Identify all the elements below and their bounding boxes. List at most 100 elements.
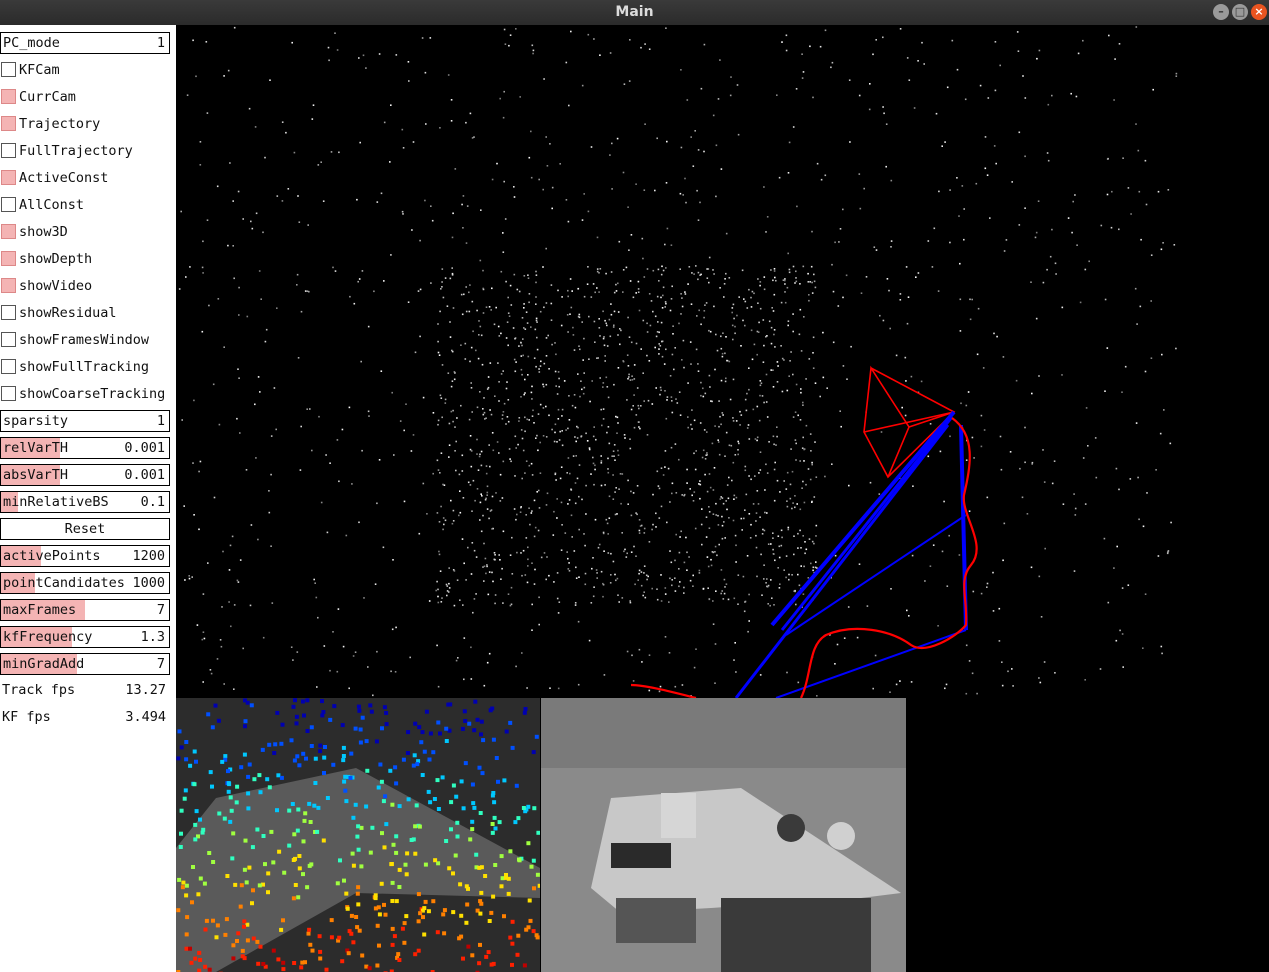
cloud-point — [486, 494, 488, 496]
maxframes-slider[interactable]: maxFrames 7 — [0, 599, 170, 621]
cloud-point — [706, 454, 708, 456]
checkbox-box[interactable] — [1, 305, 16, 320]
cloud-point — [719, 59, 721, 61]
cloud-point — [724, 586, 726, 588]
sparsity-var[interactable]: sparsity 1 — [0, 410, 170, 432]
cloud-point — [470, 465, 473, 468]
checkbox-box[interactable] — [1, 278, 16, 293]
cloud-point — [905, 380, 907, 382]
checkbox-trajectory[interactable]: Trajectory — [0, 113, 170, 135]
depth-point — [183, 788, 188, 793]
cloud-point — [472, 479, 475, 482]
checkbox-box[interactable] — [1, 116, 16, 131]
cloud-point — [773, 293, 776, 296]
cloud-point — [725, 377, 727, 380]
cloud-point — [984, 136, 987, 138]
kffrequency-slider[interactable]: kfFrequency 1.3 — [0, 626, 170, 648]
cloud-point — [1145, 203, 1148, 206]
depth-point — [230, 856, 235, 861]
checkbox-curr-cam[interactable]: CurrCam — [0, 86, 170, 108]
cloud-point — [956, 68, 959, 71]
depth-point — [244, 880, 249, 885]
cloud-point — [484, 418, 486, 420]
depth-point — [329, 935, 334, 940]
cloud-point — [451, 380, 454, 382]
depth-point — [394, 850, 399, 855]
cloud-point — [1012, 685, 1014, 687]
cloud-point — [440, 452, 443, 454]
checkbox-all-const[interactable]: AllConst — [0, 194, 170, 216]
activepoints-slider[interactable]: activePoints 1200 — [0, 545, 170, 567]
cloud-point — [739, 410, 741, 413]
cloud-point — [904, 414, 907, 417]
checkbox-box[interactable] — [1, 197, 16, 212]
minimize-icon[interactable]: – — [1213, 4, 1229, 20]
depth-point — [249, 703, 254, 708]
cloud-point — [437, 423, 439, 426]
cloud-point — [718, 453, 721, 456]
cloud-point — [706, 268, 708, 270]
checkbox-box[interactable] — [1, 359, 16, 374]
depth-point — [279, 775, 284, 780]
checkbox-box[interactable] — [1, 386, 16, 401]
3d-viewport[interactable] — [176, 25, 1269, 698]
cloud-point — [585, 513, 587, 515]
cloud-point — [785, 488, 788, 490]
cloud-point — [846, 378, 848, 380]
checkbox-show-video[interactable]: showVideo — [0, 275, 170, 297]
cloud-point — [1051, 482, 1054, 485]
cloud-point — [536, 434, 538, 437]
pc-mode-var[interactable]: PC_mode 1 — [0, 32, 170, 54]
cloud-point — [441, 286, 443, 288]
checkbox-box[interactable] — [1, 170, 16, 185]
cloud-point — [616, 416, 619, 419]
pointcandidates-slider[interactable]: pointCandidates 1000 — [0, 572, 170, 594]
cloud-point — [307, 224, 309, 226]
cloud-point — [309, 408, 311, 410]
depth-point — [251, 936, 256, 941]
checkbox-show-frames-window[interactable]: showFramesWindow — [0, 329, 170, 351]
cloud-point — [759, 469, 762, 471]
cloud-point — [1046, 152, 1049, 154]
checkbox-box[interactable] — [1, 143, 16, 158]
cloud-point — [711, 400, 713, 403]
checkbox-active-const[interactable]: ActiveConst — [0, 167, 170, 189]
reset-button[interactable]: Reset — [0, 518, 170, 540]
checkbox-show-residual[interactable]: showResidual — [0, 302, 170, 324]
cloud-point — [570, 306, 573, 309]
close-icon[interactable]: × — [1251, 4, 1267, 20]
cloud-point — [756, 439, 758, 442]
cloud-point — [1074, 194, 1076, 196]
checkbox-show-full-tracking[interactable]: showFullTracking — [0, 356, 170, 378]
checkbox-show3-d[interactable]: show3D — [0, 221, 170, 243]
checkbox-show-coarse-tracking[interactable]: showCoarseTracking — [0, 383, 170, 405]
depth-point — [379, 779, 384, 784]
cloud-point — [311, 449, 313, 452]
checkbox-full-trajectory[interactable]: FullTrajectory — [0, 140, 170, 162]
maximize-icon[interactable]: □ — [1232, 4, 1248, 20]
cloud-point — [334, 270, 337, 272]
cloud-point — [1021, 496, 1024, 499]
cloud-point — [180, 210, 182, 213]
checkbox-box[interactable] — [1, 89, 16, 104]
cloud-point — [493, 552, 496, 554]
cloud-point — [561, 430, 563, 432]
checkbox-box[interactable] — [1, 62, 16, 77]
cloud-point — [483, 542, 485, 545]
cloud-point — [808, 538, 811, 540]
checkbox-box[interactable] — [1, 224, 16, 239]
depth-point — [536, 830, 540, 835]
checkbox-box[interactable] — [1, 332, 16, 347]
cloud-point — [643, 532, 646, 534]
checkbox-show-depth[interactable]: showDepth — [0, 248, 170, 270]
relvarth-slider[interactable]: relVarTH 0.001 — [0, 437, 170, 459]
minrelativebs-slider[interactable]: minRelativeBS 0.1 — [0, 491, 170, 513]
depth-point — [422, 906, 427, 911]
absvarth-slider[interactable]: absVarTH 0.001 — [0, 464, 170, 486]
cloud-point — [733, 317, 735, 320]
checkbox-kfcam[interactable]: KFCam — [0, 59, 170, 81]
cloud-point — [971, 436, 974, 439]
cloud-point — [731, 307, 734, 309]
mingradadd-slider[interactable]: minGradAdd 7 — [0, 653, 170, 675]
checkbox-box[interactable] — [1, 251, 16, 266]
